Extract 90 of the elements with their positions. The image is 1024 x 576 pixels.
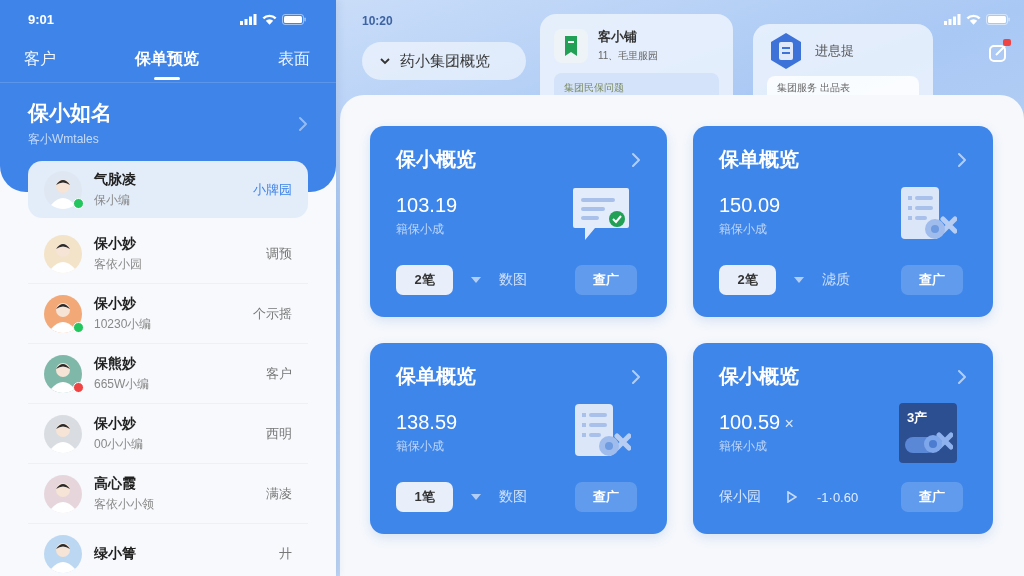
contact-tag: 客户 — [266, 364, 292, 383]
bookmark-icon — [554, 28, 588, 63]
contact-item[interactable]: 高心霞 客依小小领 满凌 — [28, 464, 308, 524]
signal-icon — [240, 14, 257, 25]
contact-detail: 665W小编 — [94, 375, 151, 393]
count-chip[interactable]: 2笔 — [396, 265, 453, 295]
overview-card[interactable]: 保单概览 138.59 籍保小成 1笔 数图 查广 — [370, 343, 667, 534]
chevron-right-icon[interactable] — [631, 151, 641, 168]
avatar-icon — [44, 414, 82, 453]
card-caption: 籍保小成 — [396, 438, 445, 455]
contact-tag: 调预 — [266, 244, 292, 263]
avatar-icon — [44, 294, 82, 333]
chevron-down-icon — [380, 57, 390, 65]
card-value: 138.59 — [396, 411, 458, 434]
contact-name: 绿小箐 — [94, 544, 137, 563]
status-time: 9:01 — [28, 12, 55, 27]
overview-card[interactable]: 保单概览 150.09 籍保小成 2笔 滤质 查广 — [693, 126, 993, 317]
contact-name: 保小妙 — [94, 234, 137, 253]
card-title: 保单概览 — [396, 364, 476, 389]
card-caption: 籍保小成 — [719, 221, 768, 238]
contact-name: 高心霞 — [94, 474, 137, 493]
contact-name: 保小妙 — [94, 414, 137, 433]
footer-label: 保小园 — [719, 488, 761, 506]
count-chip[interactable]: 2笔 — [719, 265, 776, 295]
avatar-icon — [44, 170, 82, 209]
contact-tag: 廾 — [279, 544, 292, 563]
chevron-right-icon[interactable] — [957, 368, 967, 385]
preview-text: 集团民保问题 — [564, 82, 624, 93]
wifi-icon — [262, 14, 277, 25]
contact-item[interactable]: 保小妙 10230小编 个示摇 — [28, 284, 308, 344]
contact-name: 保熊妙 — [94, 354, 137, 373]
overview-card[interactable]: 保小概览 103.19 籍保小成 2笔 数图 查广 — [370, 126, 667, 317]
card-title: 保单概览 — [719, 147, 799, 172]
battery-icon — [282, 14, 306, 25]
footer-label: 滤质 — [822, 271, 850, 289]
card-value: 103.19 — [396, 194, 458, 217]
contact-name: 保小妙 — [94, 294, 137, 313]
caret-down-icon[interactable] — [471, 277, 481, 283]
battery-icon — [986, 14, 1010, 25]
contact-tag: 小牌园 — [253, 180, 292, 199]
avatar-icon — [44, 474, 82, 513]
play-icon[interactable] — [787, 491, 797, 503]
footer-label: 数图 — [499, 271, 527, 289]
count-chip[interactable]: 1笔 — [396, 482, 453, 512]
chevron-right-icon[interactable] — [957, 151, 967, 168]
contact-item[interactable]: 保熊妙 665W小编 客户 — [28, 344, 308, 404]
card-caption: 籍保小成 — [719, 438, 768, 455]
card-value: 100.59 × — [719, 411, 794, 434]
preview-text: 集团服务 出品表 — [777, 82, 850, 93]
contact-tag: 西明 — [266, 424, 292, 443]
contact-item[interactable]: 保小妙 00小小编 西明 — [28, 404, 308, 464]
nav-tab[interactable]: 表面 — [278, 41, 310, 82]
badge-text: 3产 — [907, 409, 929, 427]
contact-tag: 满凌 — [266, 484, 292, 503]
contact-name: 气脉凌 — [94, 170, 137, 189]
avatar-icon — [44, 234, 82, 273]
nav-tab[interactable]: 保单预览 — [135, 41, 199, 82]
signal-icon — [944, 14, 961, 25]
contact-item[interactable]: 绿小箐 廾 — [28, 524, 308, 576]
caret-down-icon[interactable] — [471, 494, 481, 500]
contact-tag: 个示摇 — [253, 304, 292, 323]
status-time: 10:20 — [362, 14, 394, 28]
avatar-icon — [44, 534, 82, 573]
contact-detail: 00小小编 — [94, 435, 145, 453]
overview-card[interactable]: 保小概览 100.59 × 籍保小成 3产 保小园 -1·0.60 查广 — [693, 343, 993, 534]
contact-detail: 客依小小领 — [94, 495, 155, 513]
card-title: 保小概览 — [719, 364, 799, 389]
contact-item[interactable]: 气脉凌 保小编 小牌园 — [28, 161, 308, 218]
avatar-icon — [44, 354, 82, 393]
summary-subtitle: 客小Wmtales — [28, 131, 100, 148]
widget-card[interactable]: 进息提 集团服务 出品表 — [753, 24, 933, 95]
wifi-icon — [966, 14, 981, 25]
chevron-right-icon[interactable] — [298, 115, 308, 132]
contact-detail: 保小编 — [94, 191, 131, 209]
group-dropdown[interactable]: 药小集团概览 — [362, 42, 526, 80]
widget-card[interactable]: 客小铺 11、毛里服园 集团民保问题 — [540, 14, 733, 95]
widget-title: 进息提 — [815, 42, 854, 60]
contact-item[interactable]: 保小妙 客依小园 调预 — [28, 224, 308, 284]
caret-down-icon[interactable] — [794, 277, 804, 283]
widget-title: 客小铺 — [598, 28, 638, 46]
chevron-right-icon[interactable] — [631, 368, 641, 385]
footer-reading: -1·0.60 — [817, 489, 859, 505]
widget-subtitle: 11、毛里服园 — [598, 49, 659, 63]
contact-detail: 客依小园 — [94, 255, 143, 273]
contact-detail: 10230小编 — [94, 315, 153, 333]
card-value: 150.09 — [719, 194, 781, 217]
footer-label: 数图 — [499, 488, 527, 506]
card-title: 保小概览 — [396, 147, 476, 172]
summary-title: 保小如名 — [28, 100, 112, 126]
card-caption: 籍保小成 — [396, 221, 445, 238]
